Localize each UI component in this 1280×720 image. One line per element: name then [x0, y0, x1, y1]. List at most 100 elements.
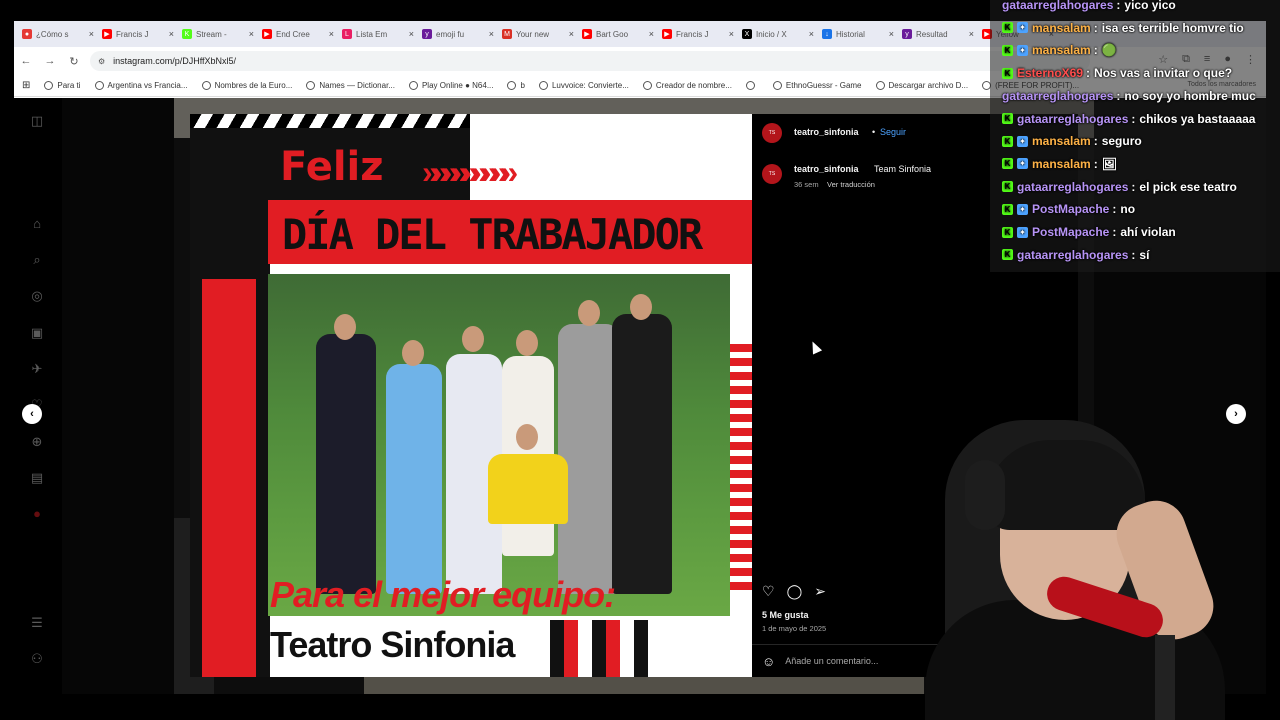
browser-tab[interactable]: ▶ Francis J × [98, 23, 178, 45]
bookmark-item[interactable]: Creador de nombre... [642, 81, 732, 90]
bookmark-favicon-icon [94, 81, 104, 90]
browser-tab[interactable]: K Stream - × [178, 23, 258, 45]
bookmark-label: Nombres de la Euro... [214, 81, 293, 90]
prev-post-chevron-left-icon[interactable]: ‹ [22, 404, 42, 424]
bookmark-item[interactable]: Nombres de la Euro... [201, 81, 293, 90]
bookmark-item[interactable]: b [507, 81, 525, 90]
bookmark-favicon-icon [507, 81, 517, 90]
tab-close-icon[interactable]: × [569, 29, 574, 39]
image-red-stripes [728, 344, 752, 594]
verified-badge-icon: ✦ [1017, 135, 1028, 147]
bookmark-item[interactable]: EthnoGuessr - Game [772, 81, 862, 90]
tab-label: Resultad [916, 29, 948, 39]
chat-username[interactable]: EsternoX69 [1017, 66, 1083, 80]
follow-button[interactable]: Seguir [880, 127, 906, 137]
chat-username[interactable]: gataarreglahogares [1002, 89, 1113, 103]
chat-username[interactable]: gataarreglahogares [1017, 112, 1128, 126]
bookmark-favicon-icon [408, 81, 418, 90]
account-avatar[interactable]: TS [762, 123, 782, 143]
browser-tab[interactable]: ● ¿Cómo s × [18, 23, 98, 45]
chat-username[interactable]: mansalam [1032, 134, 1091, 148]
bookmark-item[interactable]: Names — Dictionar... [306, 81, 395, 90]
image-chevrons: »»»»»»»»» [422, 154, 518, 190]
caption-username[interactable]: teatro_sinfonia [794, 164, 859, 174]
tab-close-icon[interactable]: × [409, 29, 414, 39]
chat-text: Nos vas a invitar o que? [1094, 66, 1233, 81]
bookmark-item[interactable]: Luvvoice: Convierte... [538, 81, 629, 90]
tab-close-icon[interactable]: × [249, 29, 254, 39]
image-teatro-text: Teatro Sinfonia [270, 624, 515, 665]
post-image[interactable]: Feliz »»»»»»»»» DÍA DEL TRABAJADOR Para … [190, 114, 752, 677]
tab-close-icon[interactable]: × [729, 29, 734, 39]
bookmark-item[interactable]: Para ti [44, 81, 81, 90]
browser-tab[interactable]: X Inicio / X × [738, 23, 818, 45]
browser-tab[interactable]: y Resultad × [898, 23, 978, 45]
chat-colon: : [1131, 247, 1136, 262]
tab-label: emoji fu [436, 29, 465, 39]
bookmark-item[interactable] [745, 81, 759, 90]
bookmark-favicon-icon [538, 81, 548, 90]
caption-text: Team Sinfonia [874, 164, 932, 174]
chat-message: K EsternoX69: Nos vas a invitar o que? [1002, 63, 1232, 83]
chat-username[interactable]: gataarreglahogares [1017, 180, 1128, 194]
back-icon[interactable]: ← [14, 55, 38, 67]
chat-username[interactable]: mansalam [1032, 157, 1091, 171]
browser-tab[interactable]: y emoji fu × [418, 23, 498, 45]
header-separator: • [872, 127, 876, 137]
tab-close-icon[interactable]: × [89, 29, 94, 39]
bookmark-item[interactable]: Play Online ● N64... [408, 81, 493, 90]
image-flag-bars [550, 620, 650, 677]
chat-message: K ✦ mansalam: isa es terrible homvre tio [1002, 18, 1244, 38]
apps-icon[interactable]: ⊞ [22, 80, 30, 91]
chat-username[interactable]: gataarreglahogares [1017, 248, 1128, 262]
tab-close-icon[interactable]: × [889, 29, 894, 39]
tab-favicon-icon: ▶ [662, 29, 672, 39]
like-heart-icon[interactable]: ♡ [762, 583, 775, 600]
webcam-feed [905, 420, 1266, 720]
tab-close-icon[interactable]: × [489, 29, 494, 39]
browser-tab[interactable]: ▶ Francis J × [658, 23, 738, 45]
url-input[interactable]: ⚙ instagram.com/p/DJHffXbNxl5/ [90, 51, 1090, 71]
chat-colon: : [1093, 134, 1098, 149]
tab-close-icon[interactable]: × [169, 29, 174, 39]
bookmark-item[interactable]: Argentina vs Francia... [94, 81, 188, 90]
tab-label: Francis J [116, 29, 149, 39]
caption-avatar[interactable]: TS [762, 164, 782, 184]
tab-close-icon[interactable]: × [649, 29, 654, 39]
likes-count[interactable]: 5 Me gusta [762, 610, 809, 620]
translate-link[interactable]: Ver traducción [827, 180, 875, 189]
emoji-icon[interactable]: ☺ [762, 654, 775, 669]
chat-text: chikos ya bastaaaaa [1139, 111, 1256, 126]
comment-input[interactable]: Añade un comentario... [785, 656, 878, 666]
kick-badge-icon: K [1002, 158, 1013, 170]
chat-username[interactable]: PostMapache [1032, 202, 1109, 216]
tab-label: Inicio / X [756, 29, 787, 39]
tab-favicon-icon: ▶ [582, 29, 592, 39]
tab-favicon-icon: M [502, 29, 512, 39]
browser-tab[interactable]: L Lista Em × [338, 23, 418, 45]
tab-close-icon[interactable]: × [329, 29, 334, 39]
tab-label: Stream - [196, 29, 227, 39]
bookmark-item[interactable]: Descargar archivo D... [875, 81, 968, 90]
browser-tab[interactable]: ▶ Bart Goo × [578, 23, 658, 45]
reload-icon[interactable]: ↻ [62, 55, 86, 68]
image-red-bar [202, 279, 256, 677]
chat-username[interactable]: gataarreglahogares [1002, 0, 1113, 12]
tab-favicon-icon: ▶ [262, 29, 272, 39]
tab-close-icon[interactable]: × [969, 29, 974, 39]
chat-username[interactable]: mansalam [1032, 43, 1091, 57]
site-info-icon[interactable]: ⚙ [98, 57, 105, 66]
chat-colon: : [1131, 179, 1136, 194]
account-username[interactable]: teatro_sinfonia [794, 127, 859, 137]
browser-tab[interactable]: M Your new × [498, 23, 578, 45]
browser-tab[interactable]: ↓ Historial × [818, 23, 898, 45]
forward-icon[interactable]: → [38, 55, 62, 67]
tab-close-icon[interactable]: × [809, 29, 814, 39]
browser-tab[interactable]: ▶ End Cree × [258, 23, 338, 45]
chat-username[interactable]: PostMapache [1032, 225, 1109, 239]
comment-icon[interactable]: ◯ [787, 583, 803, 600]
chat-username[interactable]: mansalam [1032, 21, 1091, 35]
share-icon[interactable]: ➢ [814, 583, 826, 600]
chat-colon: : [1116, 88, 1121, 103]
kick-badge-icon: K [1002, 203, 1013, 215]
